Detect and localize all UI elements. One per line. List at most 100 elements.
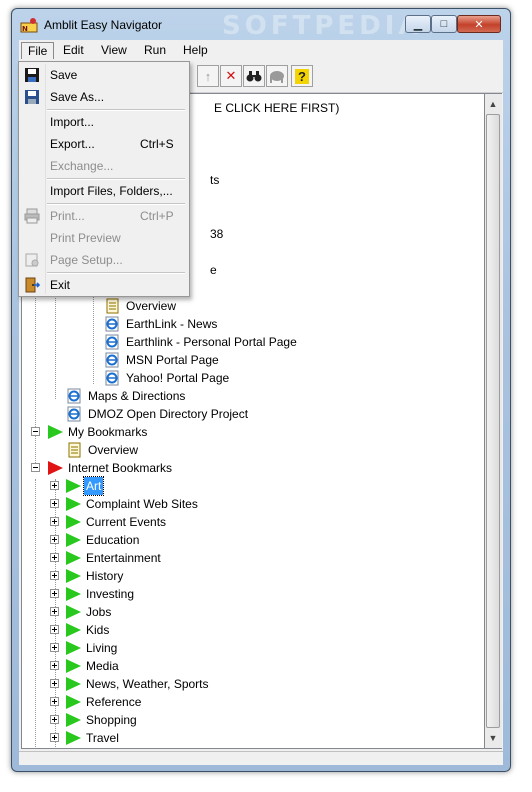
category-label: Jobs — [86, 605, 112, 619]
tree-category-row[interactable]: Jobs — [22, 603, 482, 621]
page-setup-icon — [25, 253, 39, 267]
expand-toggle[interactable] — [50, 517, 59, 526]
tree-item[interactable]: Yahoo! Portal Page — [22, 369, 482, 387]
tree-item[interactable]: Maps & Directions — [22, 387, 482, 405]
expand-toggle[interactable] — [50, 715, 59, 724]
category-label: Investing — [86, 587, 135, 601]
menu-item-print-preview[interactable]: Print Preview — [21, 227, 187, 249]
menu-item-save[interactable]: Save — [21, 64, 187, 86]
tree-category-row[interactable]: Travel — [22, 729, 482, 747]
window-title: Amblit Easy Navigator — [44, 18, 163, 32]
menu-view[interactable]: View — [95, 42, 133, 59]
menu-run[interactable]: Run — [138, 42, 172, 59]
tree-category-row[interactable]: Media — [22, 657, 482, 675]
category-label: News, Weather, Sports — [86, 677, 209, 691]
expand-toggle[interactable] — [50, 535, 59, 544]
menu-item-export[interactable]: Export... Ctrl+S — [21, 133, 187, 155]
category-label: Education — [86, 533, 140, 547]
tree-item[interactable]: Overview — [22, 297, 482, 315]
expand-toggle[interactable] — [50, 481, 59, 490]
tree-category-row[interactable]: Complaint Web Sites — [22, 495, 482, 513]
menu-edit[interactable]: Edit — [57, 42, 90, 59]
tree-category-row[interactable]: Kids — [22, 621, 482, 639]
ie-link-icon — [67, 388, 81, 404]
category-label: Media — [86, 659, 119, 673]
elephant-button[interactable] — [266, 65, 288, 87]
green-flag-icon — [66, 695, 81, 709]
green-flag-icon — [66, 623, 81, 637]
menu-help[interactable]: Help — [177, 42, 214, 59]
menu-item-exit[interactable]: Exit — [21, 274, 187, 296]
tree-folder-internet-bookmarks[interactable]: Internet Bookmarks — [22, 459, 482, 477]
ie-link-icon — [105, 334, 119, 350]
tree-category-row[interactable]: Education — [22, 531, 482, 549]
green-flag-icon — [48, 425, 63, 439]
menu-item-exchange[interactable]: Exchange... — [21, 155, 187, 177]
tree-category-row[interactable]: History — [22, 567, 482, 585]
maximize-icon: □ — [440, 18, 448, 30]
printer-icon — [24, 208, 40, 224]
expand-toggle[interactable] — [50, 625, 59, 634]
document-icon — [106, 298, 119, 314]
tree-category-row[interactable]: Art — [22, 476, 482, 496]
green-flag-icon — [66, 677, 81, 691]
expand-toggle[interactable] — [50, 643, 59, 652]
help-button[interactable]: ? — [291, 65, 313, 87]
scroll-up-arrow-icon[interactable]: ▲ — [485, 96, 501, 112]
tree-category-row[interactable]: Shopping — [22, 711, 482, 729]
tree-item[interactable]: MSN Portal Page — [22, 351, 482, 369]
menu-item-save-as[interactable]: Save As... — [21, 86, 187, 108]
ie-link-icon — [67, 406, 81, 422]
category-label: Art — [82, 476, 105, 496]
tree-category-row[interactable]: Living — [22, 639, 482, 657]
menu-file[interactable]: File — [21, 42, 55, 59]
green-flag-icon — [66, 479, 81, 493]
menu-item-page-setup[interactable]: Page Setup... — [21, 249, 187, 271]
minimize-button[interactable]: ▁ — [405, 15, 431, 33]
tree-category-row[interactable]: News, Weather, Sports — [22, 675, 482, 693]
menu-item-import[interactable]: Import... — [21, 111, 187, 133]
expand-toggle[interactable] — [50, 697, 59, 706]
expand-toggle[interactable] — [50, 661, 59, 670]
category-label: Entertainment — [86, 551, 161, 565]
move-up-icon: ↑ — [204, 68, 212, 84]
expand-toggle[interactable] — [50, 733, 59, 742]
move-up-button[interactable]: ↑ — [197, 65, 219, 87]
green-flag-icon — [66, 713, 81, 727]
tree-category-row[interactable]: Reference — [22, 693, 482, 711]
tree-category-row[interactable]: Investing — [22, 585, 482, 603]
scroll-thumb[interactable] — [486, 114, 500, 728]
tree-item[interactable]: EarthLink - News — [22, 315, 482, 333]
tree-item[interactable]: DMOZ Open Directory Project — [22, 405, 482, 423]
expand-toggle[interactable] — [50, 607, 59, 616]
binoculars-find-icon — [246, 71, 262, 82]
collapse-toggle[interactable] — [31, 463, 40, 472]
expand-toggle[interactable] — [50, 499, 59, 508]
tree-category-row[interactable]: Entertainment — [22, 549, 482, 567]
tree-folder-my-bookmarks[interactable]: My Bookmarks — [22, 423, 482, 441]
title-bar[interactable]: N Amblit Easy Navigator SOFTPEDIA ▁ □ ✕ — [12, 9, 510, 41]
category-label: History — [86, 569, 124, 583]
menu-item-print[interactable]: Print... Ctrl+P — [21, 205, 187, 227]
vertical-scrollbar[interactable]: ▲ ▼ — [485, 93, 502, 749]
delete-button[interactable]: ✕ — [220, 65, 242, 87]
tree-category-row[interactable]: Current Events — [22, 513, 482, 531]
category-label: Shopping — [86, 713, 137, 727]
menu-bar: File Edit View Run Help — [19, 40, 503, 60]
expand-toggle[interactable] — [50, 679, 59, 688]
tree-item[interactable]: Overview — [22, 441, 482, 459]
expand-toggle[interactable] — [50, 589, 59, 598]
tree-item[interactable]: Earthlink - Personal Portal Page — [22, 333, 482, 351]
svg-text:N: N — [22, 25, 28, 33]
expand-toggle[interactable] — [50, 553, 59, 562]
expand-toggle[interactable] — [50, 571, 59, 580]
green-flag-icon — [66, 551, 81, 565]
category-label: Current Events — [86, 515, 167, 529]
maximize-button[interactable]: □ — [431, 15, 457, 33]
scroll-down-arrow-icon[interactable]: ▼ — [485, 730, 501, 746]
find-button[interactable] — [243, 65, 265, 87]
collapse-toggle[interactable] — [31, 427, 40, 436]
menu-item-import-files[interactable]: Import Files, Folders,... — [21, 180, 187, 202]
close-button[interactable]: ✕ — [457, 15, 501, 33]
watermark: SOFTPEDIA — [222, 11, 423, 41]
